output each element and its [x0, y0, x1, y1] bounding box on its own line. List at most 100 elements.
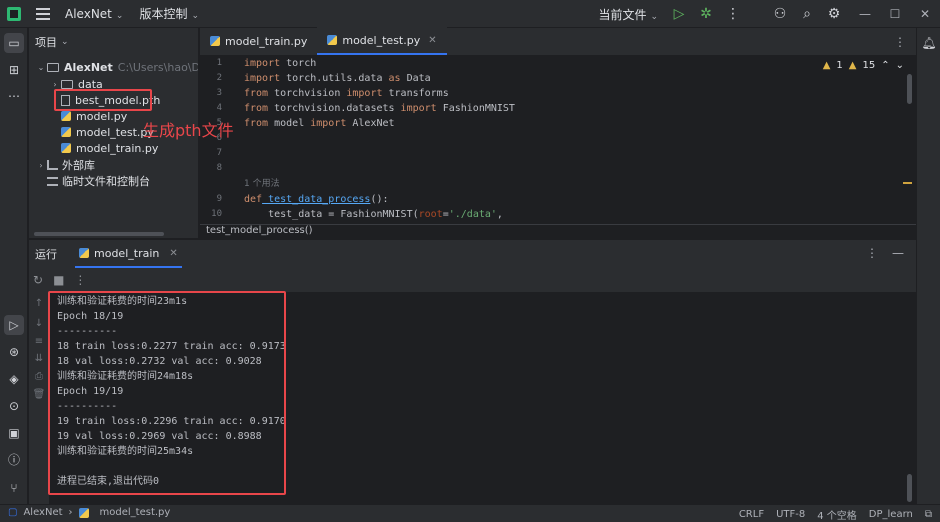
tab-model-train[interactable]: model_train.py — [200, 27, 317, 55]
tree-item-data[interactable]: › data — [49, 76, 102, 92]
structure-icon[interactable]: ⊞ — [4, 60, 24, 80]
maximize-icon[interactable]: ☐ — [880, 7, 910, 21]
console-line: 训练和验证耗费的时间25m34s — [57, 446, 194, 457]
tab-options-icon[interactable]: ⋮ — [894, 35, 906, 49]
keyword: import — [346, 88, 383, 99]
close-icon[interactable]: ✕ — [910, 7, 940, 21]
line-number: 3 — [216, 88, 222, 98]
status-project[interactable]: AlexNet — [23, 507, 62, 518]
stop-icon[interactable]: ■ — [53, 273, 64, 287]
scroll-down-icon[interactable]: ↓ — [32, 318, 46, 329]
keyword: from — [244, 88, 269, 99]
scroll-up-icon[interactable]: ↑ — [32, 298, 46, 309]
close-tab-icon[interactable]: ✕ — [169, 248, 177, 259]
scroll-to-end-icon[interactable]: ⇊ — [32, 353, 46, 364]
tree-item-best-model[interactable]: best_model.pth — [61, 92, 160, 108]
run-config-selector[interactable]: 当前文件 ⌄ — [598, 6, 658, 23]
run-options-icon[interactable]: ⋮ — [866, 246, 878, 260]
line-separator[interactable]: CRLF — [739, 509, 764, 520]
python-file-icon — [327, 35, 338, 45]
keyword: import — [310, 118, 347, 129]
indent-setting[interactable]: 4 个空格 — [817, 507, 857, 522]
tree-item-label: best_model.pth — [75, 93, 161, 107]
collapsed-arrow-icon[interactable]: › — [49, 80, 61, 89]
more-actions-icon[interactable]: ⋮ — [722, 6, 744, 22]
tree-item-model-train[interactable]: model_train.py — [61, 140, 158, 156]
code-text: torchvision — [268, 88, 347, 99]
problems-icon[interactable]: ⓘ — [4, 450, 24, 470]
editor-area: model_train.py model_test.py ✕ ⋮ ▲ 1 ▲ 15 ⌃… — [200, 27, 916, 238]
horizontal-scrollbar[interactable] — [34, 232, 164, 236]
more-run-actions-icon[interactable]: ⋮ — [74, 273, 86, 287]
usages-hint[interactable]: 1 个用法 — [244, 177, 280, 192]
python-file-icon — [61, 143, 71, 153]
warning-marker[interactable] — [903, 182, 912, 184]
project-panel-header[interactable]: 项目 ⌄ — [29, 28, 198, 56]
library-icon — [47, 160, 58, 170]
git-icon[interactable]: ⑂ — [4, 478, 24, 498]
print-icon[interactable]: ⎙ — [32, 371, 46, 382]
tab-label: model_test.py — [342, 33, 421, 47]
project-path: C:\Users\hao\Desktop — [117, 60, 198, 74]
more-tools-icon[interactable]: ⋯ — [4, 86, 24, 106]
rerun-icon[interactable]: ↻ — [33, 273, 43, 287]
debug-icon[interactable]: ✲ — [695, 6, 717, 22]
console-scrollbar[interactable] — [907, 474, 912, 502]
keyword: import — [244, 58, 281, 69]
code-line: from model import AlexNet — [244, 116, 395, 131]
project-folder-icon[interactable]: ▭ — [4, 33, 24, 53]
folder-icon — [47, 62, 59, 72]
code-text: torchvision.datasets — [268, 103, 401, 114]
expanded-arrow-icon[interactable]: ⌄ — [35, 63, 47, 72]
collapsed-arrow-icon[interactable]: › — [35, 161, 47, 170]
line-number: 8 — [216, 163, 222, 173]
status-file[interactable]: model_test.py — [100, 507, 171, 518]
editor-scrollbar[interactable] — [907, 74, 912, 104]
console-output[interactable]: 训练和验证耗费的时间23m1s Epoch 18/19 ---------- 1… — [49, 292, 916, 505]
run-icon[interactable]: ▷ — [668, 6, 690, 22]
annotation-label: 生成pth文件 — [143, 121, 234, 140]
tree-item-model-test[interactable]: model_test.py — [61, 124, 154, 140]
python-packages-icon[interactable]: ◈ — [4, 369, 24, 389]
terminal-icon[interactable]: ▣ — [4, 423, 24, 443]
keyword: import — [244, 73, 281, 84]
add-user-icon[interactable]: ⚇ — [769, 6, 791, 22]
vcs-menu[interactable]: 版本控制 ⌄ — [139, 5, 199, 22]
code-editor[interactable]: import torch import torch.utils.data as … — [244, 56, 894, 224]
tree-external-libs[interactable]: › 外部库 — [35, 157, 95, 173]
tree-scratches[interactable]: 临时文件和控制台 — [47, 173, 150, 189]
breadcrumb-item[interactable]: test_model_process() — [206, 225, 313, 236]
tree-item-label: 临时文件和控制台 — [62, 175, 150, 188]
next-highlight-icon[interactable]: ⌄ — [896, 60, 904, 71]
hide-panel-icon[interactable]: — — [892, 246, 904, 260]
python-interpreter[interactable]: DP_learn — [869, 509, 913, 520]
settings-gear-icon[interactable]: ⚙ — [823, 6, 845, 22]
close-tab-icon[interactable]: ✕ — [428, 35, 436, 46]
read-only-toggle-icon[interactable]: ⧉ — [925, 509, 932, 520]
clear-trash-icon[interactable]: 🗑︎ — [32, 389, 46, 400]
run-tool-icon[interactable]: ▷ — [4, 315, 24, 335]
project-switcher[interactable]: AlexNet ⌄ — [65, 7, 123, 21]
console-line: Epoch 18/19 — [57, 311, 124, 322]
tab-model-test[interactable]: model_test.py ✕ — [317, 27, 447, 55]
run-toolbar: ↻ ■ ⋮ — [29, 268, 916, 292]
run-config-label: 当前文件 — [598, 7, 647, 22]
editor-breadcrumb[interactable]: test_model_process() — [200, 224, 916, 238]
run-tab-model-train[interactable]: model_train ✕ — [75, 240, 182, 268]
python-console-icon[interactable]: ⊛ — [4, 342, 24, 362]
minimize-icon[interactable]: — — [850, 7, 880, 21]
main-menu-icon[interactable] — [36, 7, 50, 20]
services-icon[interactable]: ⊙ — [4, 396, 24, 416]
tree-root-alexnet[interactable]: ⌄ AlexNet C:\Users\hao\Desktop — [35, 59, 198, 75]
search-icon[interactable]: ⌕ — [796, 6, 818, 22]
tree-item-model-py[interactable]: model.py — [61, 108, 127, 124]
file-encoding[interactable]: UTF-8 — [776, 509, 805, 520]
param-name: root — [418, 209, 443, 220]
scratches-icon — [47, 176, 58, 186]
status-bar: ▢ AlexNet › model_test.py CRLF UTF-8 4 个… — [0, 504, 940, 522]
line-number: 2 — [216, 73, 222, 83]
left-tool-strip: ▭ ⊞ ⋯ ▷ ⊛ ◈ ⊙ ▣ ⓘ ⑂ — [0, 28, 28, 504]
notifications-bell-icon[interactable]: 🔔︎ — [919, 33, 939, 53]
soft-wrap-icon[interactable]: ≡ — [32, 336, 46, 347]
